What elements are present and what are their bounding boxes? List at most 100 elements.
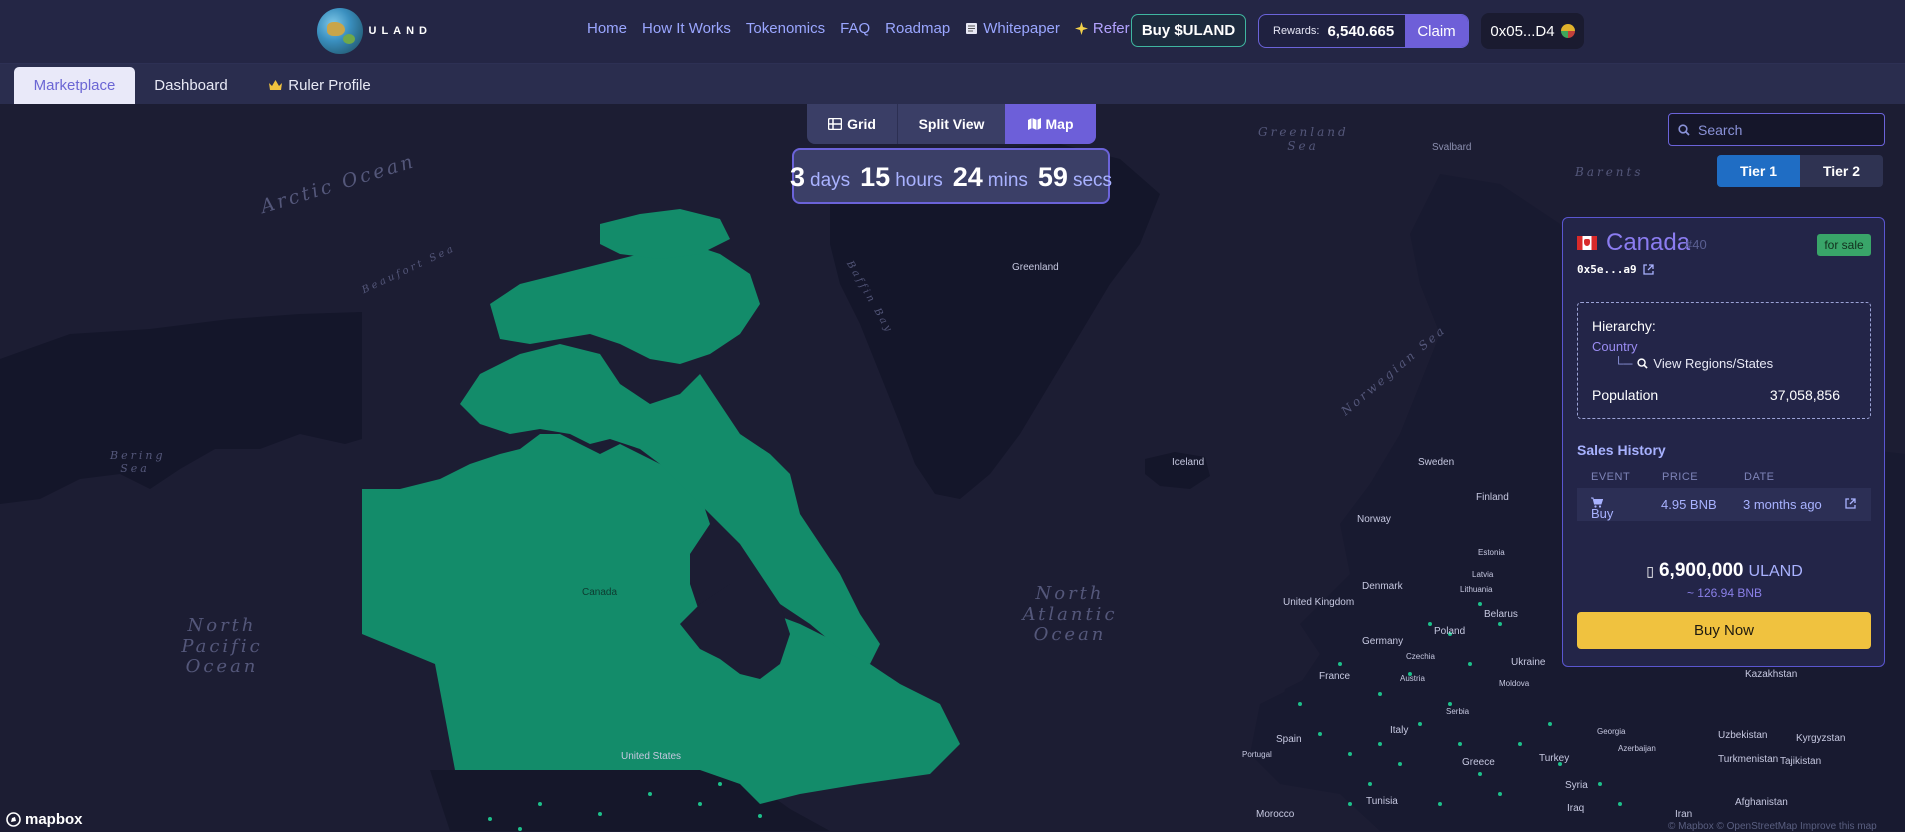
label-spain: Spain <box>1276 734 1302 745</box>
sparkle-icon <box>1074 22 1088 35</box>
nav-tokenomics[interactable]: Tokenomics <box>746 20 825 37</box>
label-north-atlantic-ocean: North Atlantic Ocean <box>1022 583 1118 646</box>
nav-home[interactable]: Home <box>587 20 627 37</box>
tab-marketplace-label: Marketplace <box>33 77 116 94</box>
label-tajikistan: Tajikistan <box>1780 756 1822 767</box>
nav-roadmap[interactable]: Roadmap <box>885 20 950 37</box>
nav-home-label: Home <box>587 20 628 37</box>
view-regions-link[interactable]: └─ View Regions/States <box>1614 356 1773 371</box>
country-rank: #40 <box>1685 237 1707 252</box>
grid-view-button[interactable]: Grid <box>807 104 897 144</box>
nav-roadmap-label: Roadmap <box>885 20 951 37</box>
label-tunisia: Tunisia <box>1366 796 1398 807</box>
label-north-pacific-ocean: North Pacific Ocean <box>181 615 263 678</box>
sales-history-title: Sales History <box>1577 442 1666 458</box>
nav-refer-label: Refer <box>1092 20 1130 37</box>
claim-button[interactable]: Claim <box>1405 15 1468 47</box>
countdown-mins: 24 <box>952 162 983 192</box>
external-link-icon[interactable] <box>1642 264 1654 275</box>
split-view-button[interactable]: Split View <box>897 104 1005 144</box>
countdown-days-unit: days <box>810 170 851 191</box>
label-poland: Poland <box>1434 626 1466 637</box>
label-italy: Italy <box>1390 725 1409 736</box>
country-details-card: Canada #40 for sale 0x5e...a9 Hierarchy:… <box>1562 217 1885 667</box>
search-input[interactable]: Search <box>1668 113 1885 146</box>
search-placeholder: Search <box>1698 121 1743 138</box>
buy-now-button[interactable]: Buy Now <box>1577 612 1871 649</box>
tab-dashboard[interactable]: Dashboard <box>150 67 232 104</box>
rewards-widget: Rewards: 6,540.665 Claim <box>1258 14 1469 48</box>
price-value: 6,900,000 <box>1658 560 1744 581</box>
tier-2-button[interactable]: Tier 2 <box>1800 155 1883 187</box>
owner-address-text: 0x5e...a9 <box>1577 263 1637 276</box>
top-bar: ULAND Home How It Works Tokenomics FAQ R… <box>0 0 1905 64</box>
label-sweden: Sweden <box>1418 457 1455 468</box>
countdown-hours: 15 <box>860 162 891 192</box>
nav-refer[interactable]: Refer <box>1074 20 1130 37</box>
countdown-secs-unit: secs <box>1072 170 1113 191</box>
country-name: Canada <box>1606 229 1691 256</box>
globe-logo-icon <box>317 8 363 54</box>
hierarchy-level: Country <box>1592 339 1638 354</box>
label-svalbard: Svalbard <box>1432 142 1472 153</box>
canada-flag-icon <box>1577 236 1597 250</box>
label-greece: Greece <box>1462 757 1495 768</box>
label-turkmenistan: Turkmenistan <box>1718 754 1779 765</box>
buy-uland-button[interactable]: Buy $ULAND <box>1131 14 1246 47</box>
countdown-mins-unit: mins <box>987 170 1028 191</box>
nav-how-it-works[interactable]: How It Works <box>642 20 731 37</box>
tab-ruler-profile[interactable]: Ruler Profile <box>266 67 374 104</box>
label-united-states: United States <box>621 751 682 762</box>
tier-1-button[interactable]: Tier 1 <box>1717 155 1800 187</box>
label-syria: Syria <box>1565 780 1588 791</box>
tier-toggle: Tier 1 Tier 2 <box>1717 155 1883 187</box>
tab-dashboard-label: Dashboard <box>154 77 228 94</box>
tab-marketplace[interactable]: Marketplace <box>14 67 135 104</box>
nav-faq-label: FAQ <box>840 20 871 37</box>
label-canada: Canada <box>582 587 618 598</box>
sales-event: Buy <box>1591 497 1613 521</box>
label-iceland: Iceland <box>1172 457 1205 468</box>
label-austria: Austria <box>1400 674 1425 683</box>
nav-whitepaper[interactable]: Whitepaper <box>965 20 1060 37</box>
label-azerbaijan: Azerbaijan <box>1618 744 1656 753</box>
label-france: France <box>1319 671 1351 682</box>
nav-tokenomics-label: Tokenomics <box>745 20 826 37</box>
label-afghanistan: Afghanistan <box>1735 797 1788 808</box>
crown-icon <box>269 80 283 90</box>
label-kyrgyzstan: Kyrgyzstan <box>1796 733 1846 744</box>
label-ukraine: Ukraine <box>1511 657 1546 668</box>
mapbox-logo[interactable]: mapbox <box>6 811 83 828</box>
population-value: 37,058,856 <box>1769 387 1840 403</box>
wallet-button[interactable]: 0x05...D4 <box>1481 13 1584 49</box>
canada-shape <box>362 434 960 804</box>
label-denmark: Denmark <box>1362 581 1403 592</box>
countdown-days: 3 <box>789 162 806 192</box>
label-greenland-sea: Greenland Sea <box>1258 125 1349 153</box>
map-attribution[interactable]: © Mapbox © OpenStreetMap Improve this ma… <box>1668 821 1877 832</box>
uland-logo[interactable]: ULAND <box>317 8 432 54</box>
sales-external-link[interactable] <box>1845 498 1856 509</box>
label-serbia: Serbia <box>1446 707 1470 716</box>
label-czechia: Czechia <box>1406 652 1435 661</box>
search-icon <box>1637 358 1649 369</box>
price-unit: ULAND <box>1748 563 1803 580</box>
view-toggle: Grid Split View Map <box>807 104 1096 144</box>
nav-faq[interactable]: FAQ <box>840 20 870 37</box>
label-finland: Finland <box>1476 492 1509 503</box>
mapbox-icon <box>6 812 21 827</box>
map-view-button[interactable]: Map <box>1005 104 1096 144</box>
label-iraq: Iraq <box>1567 803 1585 814</box>
view-regions-label: View Regions/States <box>1653 356 1774 371</box>
label-norway: Norway <box>1357 514 1391 525</box>
mapbox-text: mapbox <box>25 811 83 828</box>
label-latvia: Latvia <box>1472 570 1494 579</box>
sales-event-text: Buy <box>1591 506 1614 521</box>
owner-address[interactable]: 0x5e...a9 <box>1577 263 1654 276</box>
document-icon <box>966 23 978 34</box>
wallet-avatar-icon <box>1560 24 1575 38</box>
label-uzbekistan: Uzbekistan <box>1718 730 1768 741</box>
map-icon <box>1027 118 1041 130</box>
sales-row: Buy 4.95 BNB 3 months ago <box>1577 488 1871 521</box>
label-iran: Iran <box>1675 809 1693 820</box>
